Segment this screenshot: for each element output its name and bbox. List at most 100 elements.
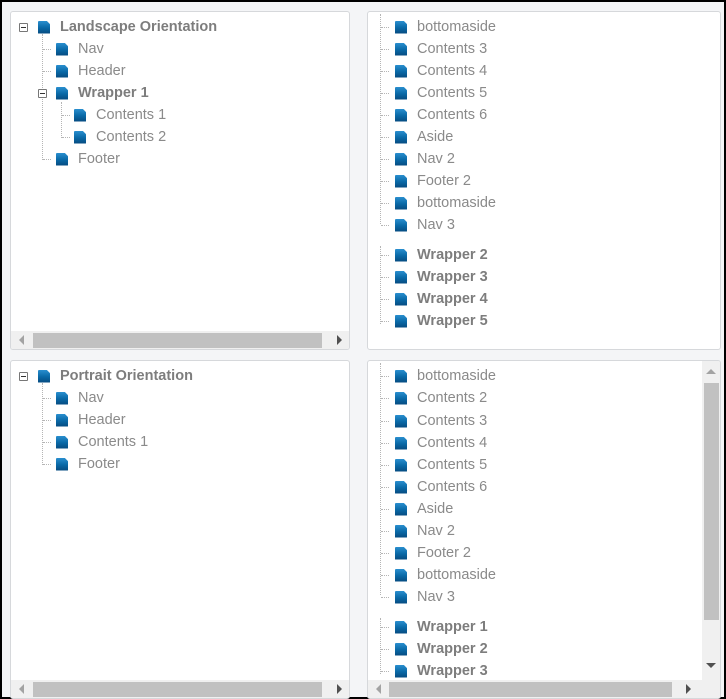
scroll-down-icon[interactable] — [706, 663, 716, 668]
tree-line — [381, 671, 389, 672]
document-icon — [395, 458, 407, 472]
node-label: Wrapper 5 — [417, 313, 488, 329]
node-label: Contents 6 — [417, 107, 488, 123]
scroll-left-icon[interactable] — [376, 684, 381, 694]
tree-node[interactable]: Nav — [56, 38, 104, 60]
scroll-left-icon[interactable] — [19, 684, 24, 694]
scroll-right-icon[interactable] — [686, 684, 691, 694]
tree-node-wrapper[interactable]: Wrapper 3 — [395, 660, 488, 682]
horizontal-scrollbar[interactable] — [368, 680, 702, 698]
tree-line — [380, 246, 381, 324]
document-icon — [38, 369, 50, 383]
node-label: bottomaside — [417, 195, 496, 211]
tree-node-portrait-root[interactable]: Portrait Orientation — [38, 365, 193, 387]
tree-node[interactable]: Contents 6 — [395, 104, 487, 126]
tree-node[interactable]: Nav 3 — [395, 586, 455, 608]
horizontal-scrollbar[interactable] — [11, 680, 349, 698]
tree-node[interactable]: Contents 3 — [395, 38, 487, 60]
tree-node-wrapper[interactable]: Wrapper 3 — [395, 266, 488, 288]
node-label: Aside — [417, 129, 454, 145]
document-icon — [395, 174, 407, 188]
tree-node-wrapper[interactable]: Wrapper 4 — [395, 288, 488, 310]
tree-node[interactable]: Contents 5 — [395, 454, 487, 476]
tree-node[interactable]: Contents 3 — [395, 410, 487, 432]
tree-line — [381, 649, 389, 650]
tree-line — [43, 159, 51, 160]
node-label: Nav 2 — [417, 523, 455, 539]
tree-line — [381, 575, 389, 576]
tree-node[interactable]: Aside — [395, 126, 453, 148]
document-icon — [56, 413, 68, 427]
tree-node[interactable]: Header — [56, 409, 126, 431]
tree-line — [381, 203, 389, 204]
tree-line — [43, 49, 51, 50]
node-label: Footer 2 — [417, 545, 471, 561]
tree-node[interactable]: Contents 1 — [56, 431, 148, 453]
node-label: Contents 4 — [417, 63, 488, 79]
tree-node[interactable]: Contents 1 — [74, 104, 166, 126]
document-icon — [395, 436, 407, 450]
scroll-right-icon[interactable] — [337, 684, 342, 694]
tree-node[interactable]: bottomaside — [395, 192, 496, 214]
tree-line — [381, 93, 389, 94]
tree-line — [381, 27, 389, 28]
document-icon — [395, 130, 407, 144]
tree-node[interactable]: Contents 4 — [395, 60, 487, 82]
tree-node-wrapper[interactable]: Wrapper 1 — [395, 616, 488, 638]
tree-node-wrapper[interactable]: Wrapper 5 — [395, 310, 488, 332]
tree-line — [381, 443, 389, 444]
document-icon — [56, 86, 68, 100]
tree-node[interactable]: Footer — [56, 148, 120, 170]
scrollbar-thumb[interactable] — [704, 383, 719, 620]
tree-line — [43, 464, 51, 465]
document-icon — [395, 590, 407, 604]
tree-node[interactable]: Nav 2 — [395, 520, 455, 542]
node-label: Contents 3 — [417, 41, 488, 57]
tree-line — [381, 398, 389, 399]
document-icon — [395, 369, 407, 383]
tree-line — [381, 553, 389, 554]
tree-line — [381, 465, 389, 466]
tree-node-wrapper[interactable]: Wrapper 2 — [395, 638, 488, 660]
tree-node[interactable]: Contents 2 — [74, 126, 166, 148]
tree-line — [381, 321, 389, 322]
scrollbar-thumb[interactable] — [389, 682, 672, 697]
tree-node[interactable]: Contents 6 — [395, 476, 487, 498]
scroll-up-icon[interactable] — [706, 369, 716, 374]
tree-node[interactable]: Contents 4 — [395, 432, 487, 454]
node-label: Wrapper 3 — [417, 269, 488, 285]
collapse-toggle-icon[interactable] — [19, 372, 28, 381]
tree-line — [61, 102, 62, 138]
tree-node[interactable]: bottomaside — [395, 365, 496, 387]
scrollbar-thumb[interactable] — [33, 682, 322, 697]
tree-node[interactable]: bottomaside — [395, 564, 496, 586]
tree-node[interactable]: Nav 3 — [395, 214, 455, 236]
tree-node-wrapper[interactable]: Wrapper 1 — [56, 82, 149, 104]
scroll-right-icon[interactable] — [337, 335, 342, 345]
collapse-toggle-icon[interactable] — [38, 89, 47, 98]
portrait-right-panel: bottomaside Contents 2 Contents 3 Contents … — [367, 360, 721, 699]
tree-node[interactable]: Nav 2 — [395, 148, 455, 170]
vertical-scrollbar[interactable] — [702, 361, 720, 680]
tree-node[interactable]: bottomaside — [395, 16, 496, 38]
document-icon — [395, 152, 407, 166]
tree-node[interactable]: Footer 2 — [395, 542, 471, 564]
document-icon — [395, 248, 407, 262]
tree-node-wrapper[interactable]: Wrapper 2 — [395, 244, 488, 266]
tree-node-landscape-root[interactable]: Landscape Orientation — [38, 16, 217, 38]
horizontal-scrollbar[interactable] — [11, 331, 349, 349]
tree-node[interactable]: Aside — [395, 498, 453, 520]
tree-node[interactable]: Footer 2 — [395, 170, 471, 192]
document-icon — [395, 292, 407, 306]
document-icon — [395, 314, 407, 328]
collapse-toggle-icon[interactable] — [19, 23, 28, 32]
tree-node[interactable]: Header — [56, 60, 126, 82]
scroll-left-icon[interactable] — [19, 335, 24, 345]
tree-node[interactable]: Nav — [56, 387, 104, 409]
document-icon — [395, 86, 407, 100]
tree-node[interactable]: Contents 2 — [395, 387, 487, 409]
node-label: Contents 5 — [417, 457, 488, 473]
tree-node[interactable]: Footer — [56, 453, 120, 475]
scrollbar-thumb[interactable] — [33, 333, 322, 348]
tree-node[interactable]: Contents 5 — [395, 82, 487, 104]
